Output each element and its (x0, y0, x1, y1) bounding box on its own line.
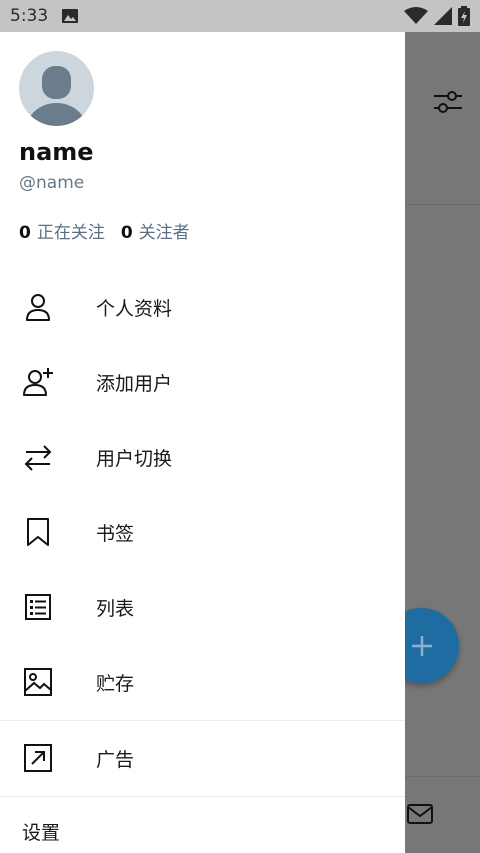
status-time: 5:33 (10, 6, 49, 26)
following-link[interactable]: 0 正在关注 (19, 218, 105, 243)
image-notification-icon (62, 9, 79, 23)
menu-item-settings[interactable]: 设置 (0, 792, 405, 852)
person-icon (26, 294, 50, 321)
status-bar: 5:33 (0, 0, 480, 32)
follow-stats: 0 正在关注 0 关注者 (19, 218, 190, 243)
menu-item-storage[interactable]: 贮存 (0, 645, 405, 720)
menu-item-profile[interactable]: 个人资料 (0, 270, 405, 345)
menu-item-label: 个人资料 (96, 298, 173, 320)
image-icon (24, 668, 52, 696)
background-divider (405, 204, 480, 205)
switch-icon (24, 445, 52, 471)
signal-icon (434, 7, 452, 25)
battery-icon (458, 6, 470, 26)
filter-settings-icon[interactable] (432, 86, 464, 118)
menu-item-switch-user[interactable]: 用户切换 (0, 420, 405, 495)
menu-item-label: 广告 (96, 749, 135, 771)
wifi-icon (404, 7, 428, 24)
external-link-icon (24, 744, 52, 772)
following-count: 0 (19, 223, 31, 243)
menu-item-label: 书签 (96, 523, 135, 545)
menu-item-label: 添加用户 (96, 373, 173, 395)
menu-item-add-user[interactable]: 添加用户 (0, 345, 405, 420)
background-divider (405, 776, 480, 777)
settings-label: 设置 (22, 822, 61, 844)
menu-item-bookmarks[interactable]: 书签 (0, 495, 405, 570)
default-avatar-icon (26, 66, 87, 126)
menu-item-label: 贮存 (96, 673, 135, 695)
mail-icon[interactable] (406, 800, 434, 828)
bookmark-icon (27, 518, 49, 546)
add-user-icon (23, 368, 53, 396)
status-icons (404, 6, 470, 26)
drawer-menu: 个人资料 添加用户 用户切换 书签 列表 贮存 广告 (0, 270, 405, 797)
followers-count: 0 (120, 223, 133, 243)
navigation-drawer: name @name 0 正在关注 0 关注者 个人资料 添加用户 用户切换 书… (0, 32, 405, 853)
plus-icon (411, 635, 432, 656)
menu-item-label: 列表 (96, 598, 135, 620)
avatar[interactable] (19, 51, 94, 126)
list-icon (25, 594, 51, 620)
menu-item-lists[interactable]: 列表 (0, 570, 405, 645)
profile-name: name (19, 138, 94, 166)
followers-link[interactable]: 0 关注者 (121, 218, 190, 243)
profile-handle: @name (19, 173, 85, 193)
menu-item-ads[interactable]: 广告 (0, 721, 405, 796)
followers-label: 关注者 (138, 223, 190, 243)
following-label: 正在关注 (36, 223, 105, 243)
menu-item-label: 用户切换 (96, 448, 173, 470)
